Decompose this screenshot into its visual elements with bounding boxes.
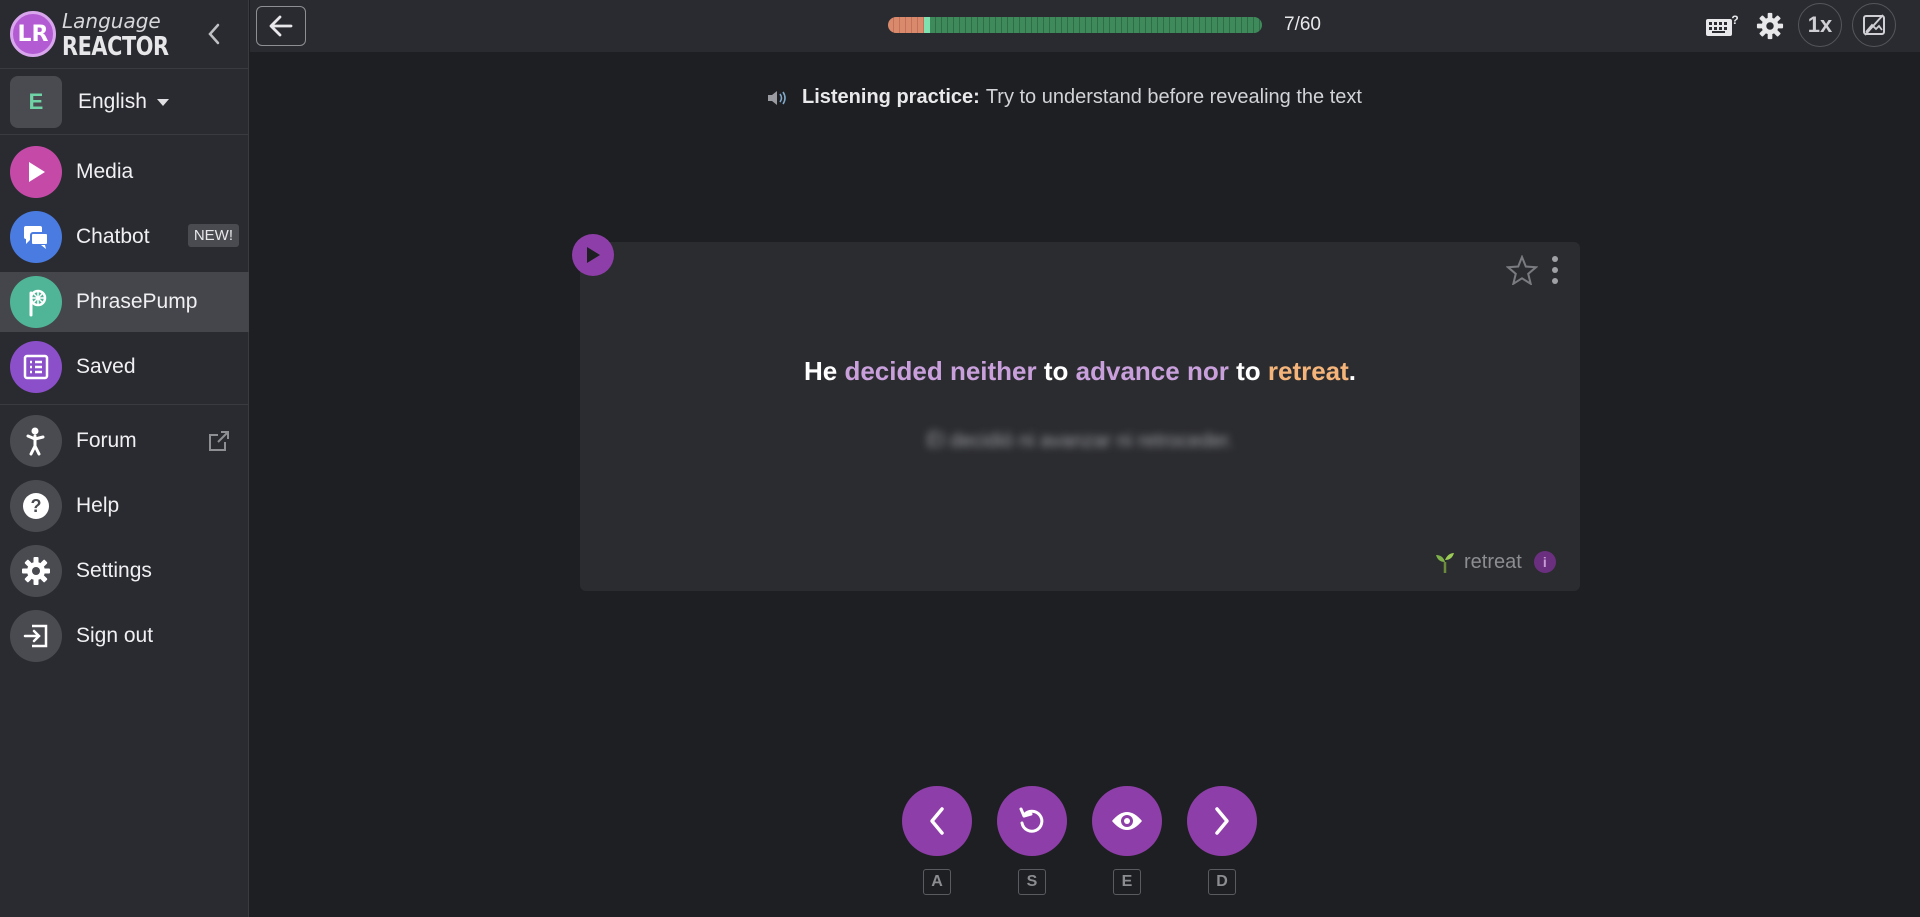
sidebar-item-help[interactable]: ? Help (0, 476, 249, 536)
progress-remaining (930, 17, 1262, 33)
sprout-icon (1436, 553, 1454, 573)
top-bar: 7/60 ? 1x (250, 0, 1920, 52)
previous-button[interactable] (902, 786, 972, 856)
logo-text-reactor: REACTOR (62, 32, 169, 62)
external-link-icon (207, 429, 231, 458)
listening-hint: Listening practice: Try to understand be… (766, 86, 1362, 109)
phrasepump-icon (10, 276, 62, 328)
shortcut-key-d: D (1208, 869, 1236, 895)
arrow-left-icon (269, 15, 293, 37)
sidebar-item-label: Media (76, 160, 134, 183)
keyboard-shortcuts-button[interactable]: ? (1702, 6, 1742, 46)
svg-text:?: ? (31, 496, 42, 516)
chat-icon (10, 211, 62, 263)
chevron-left-icon (208, 23, 220, 45)
sidebar-item-label: Saved (76, 355, 136, 378)
eye-icon (1112, 812, 1142, 830)
more-dot (1552, 278, 1558, 284)
phrase-card (580, 242, 1580, 591)
sidebar-item-label: PhrasePump (76, 290, 198, 313)
sidebar-item-label: Settings (76, 559, 152, 582)
reveal-button[interactable] (1092, 786, 1162, 856)
divider (0, 68, 249, 69)
more-dot (1552, 256, 1558, 262)
sentence-word: He (803, 356, 838, 386)
collapse-sidebar-button[interactable] (200, 18, 228, 50)
no-image-icon (1863, 14, 1885, 36)
shortcut-key-a: A (923, 869, 951, 895)
progress-counter: 7/60 (1284, 14, 1321, 35)
caret-down-icon (156, 98, 169, 106)
sidebar-item-sign-out[interactable]: Sign out (0, 606, 249, 666)
back-button[interactable] (256, 6, 306, 46)
sentence-word[interactable]: neither (950, 356, 1037, 386)
star-icon (1505, 254, 1539, 286)
shortcut-key-e: E (1113, 869, 1141, 895)
sidebar-item-forum[interactable]: Forum (0, 411, 249, 471)
sidebar-item-settings[interactable]: Settings (0, 541, 249, 601)
play-icon (10, 146, 62, 198)
sentence-word[interactable]: advance (1076, 356, 1180, 386)
play-icon (587, 247, 600, 263)
sentence-word[interactable]: nor (1187, 356, 1229, 386)
gear-icon (1756, 12, 1784, 40)
language-badge: E (10, 76, 62, 128)
sidebar: LR Language REACTOR E English Media Chat… (0, 0, 249, 917)
sidebar-item-media[interactable]: Media (0, 142, 249, 202)
shortcut-key-s: S (1018, 869, 1046, 895)
replay-button[interactable] (997, 786, 1067, 856)
svg-text:?: ? (1731, 13, 1738, 27)
favorite-button[interactable] (1505, 254, 1539, 290)
speaker-icon (768, 90, 786, 105)
new-badge: NEW! (187, 224, 239, 247)
chevron-right-icon (1215, 807, 1229, 835)
hint-title: Listening practice: (802, 86, 980, 108)
play-phrase-button[interactable] (572, 234, 614, 276)
sentence-word: to (1043, 356, 1069, 386)
sidebar-item-label: Sign out (76, 624, 154, 647)
image-toggle-button[interactable] (1852, 3, 1896, 47)
sidebar-item-label: Forum (76, 429, 137, 452)
sidebar-item-phrasepump[interactable]: PhrasePump (0, 272, 249, 332)
sentence-word[interactable]: decided (844, 356, 942, 386)
help-icon: ? (10, 480, 62, 532)
person-icon (10, 415, 62, 467)
list-icon (10, 341, 62, 393)
playback-speed-button[interactable]: 1x (1798, 3, 1842, 47)
language-selector[interactable]: E English (10, 74, 240, 130)
sidebar-item-label: Chatbot (76, 225, 150, 248)
tag-word: retreat (1464, 550, 1522, 573)
chevron-left-icon (930, 807, 944, 835)
language-label: English (78, 90, 147, 113)
hint-text: Try to understand before revealing the t… (985, 86, 1362, 108)
sidebar-item-label: Help (76, 494, 120, 517)
sign-out-icon (10, 610, 62, 662)
keyboard-icon: ? (1706, 13, 1739, 36)
target-sentence: He decided neither to advance nor to ret… (580, 356, 1580, 387)
word-tag[interactable]: retreat i (1434, 550, 1556, 574)
divider (0, 404, 249, 405)
sentence-word: to (1236, 356, 1261, 386)
sentence-word[interactable]: retreat (1268, 356, 1349, 386)
logo-text-language: Language (62, 9, 161, 33)
replay-icon (1019, 807, 1044, 833)
blurred-translation: Él decidió ni avanzar ni retroceder. (926, 430, 1234, 452)
progress-done (888, 17, 924, 33)
settings-button[interactable] (1750, 6, 1790, 46)
logo-mark: LR (10, 11, 56, 57)
next-button[interactable] (1187, 786, 1257, 856)
more-dot (1552, 267, 1558, 273)
more-options-button[interactable] (1550, 256, 1560, 284)
sidebar-item-chatbot[interactable]: Chatbot NEW! (0, 207, 249, 267)
info-icon[interactable]: i (1533, 551, 1556, 573)
sidebar-item-saved[interactable]: Saved (0, 337, 249, 397)
progress-bar (888, 17, 1262, 33)
divider (0, 134, 249, 135)
sentence-word: . (1348, 356, 1357, 386)
gear-icon (10, 545, 62, 597)
